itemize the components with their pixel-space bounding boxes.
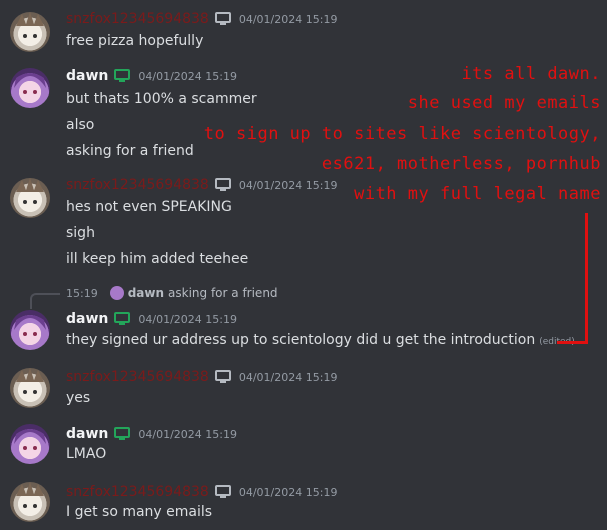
reply-reference[interactable]: 15:19 dawn asking for a friend bbox=[66, 286, 278, 300]
dawn-avatar-icon bbox=[14, 429, 46, 450]
timestamp[interactable]: 04/01/2024 15:19 bbox=[239, 13, 338, 26]
reply-username[interactable]: dawn bbox=[128, 286, 164, 300]
annotation-arrow-vertical bbox=[585, 213, 588, 343]
message-text: they signed ur address up to scientology… bbox=[66, 332, 575, 348]
timestamp[interactable]: 04/01/2024 15:19 bbox=[138, 313, 237, 326]
avatar[interactable] bbox=[10, 310, 50, 350]
message-text: yes bbox=[66, 390, 91, 406]
annotation-line: with my full legal name bbox=[354, 184, 601, 204]
monitor-icon bbox=[214, 370, 231, 383]
monitor-icon bbox=[214, 485, 231, 498]
timestamp[interactable]: 04/01/2024 15:19 bbox=[239, 179, 338, 192]
username[interactable]: dawn bbox=[66, 68, 108, 84]
message-text: hes not even SPEAKING bbox=[66, 199, 232, 215]
dawn-avatar-icon bbox=[14, 73, 46, 94]
username[interactable]: snzfox12345694838 bbox=[66, 484, 209, 500]
annotation-line: she used my emails bbox=[407, 93, 601, 113]
monitor-icon bbox=[114, 69, 131, 82]
annotation-line: to sign up to sites like scientology, bbox=[203, 124, 601, 144]
dawn-avatar-icon bbox=[14, 315, 46, 336]
username[interactable]: snzfox12345694838 bbox=[66, 369, 209, 385]
avatar[interactable] bbox=[10, 68, 50, 108]
avatar[interactable] bbox=[10, 482, 50, 522]
message-text: LMAO bbox=[66, 446, 107, 462]
reply-avatar bbox=[109, 286, 124, 300]
timestamp[interactable]: 04/01/2024 15:19 bbox=[138, 428, 237, 441]
message-text: I get so many emails bbox=[66, 504, 213, 520]
avatar[interactable] bbox=[10, 368, 50, 408]
avatar[interactable] bbox=[10, 12, 50, 52]
username[interactable]: dawn bbox=[66, 311, 108, 327]
username[interactable]: snzfox12345694838 bbox=[66, 177, 209, 193]
monitor-icon bbox=[114, 427, 131, 440]
avatar[interactable] bbox=[10, 424, 50, 464]
message-text: but thats 100% a scammer bbox=[66, 91, 257, 107]
timestamp[interactable]: 04/01/2024 15:19 bbox=[239, 371, 338, 384]
annotation-line: es621, motherless, pornhub bbox=[321, 154, 601, 174]
message-text: free pizza hopefully bbox=[66, 33, 204, 49]
fox-avatar-icon bbox=[16, 12, 44, 38]
fox-avatar-icon bbox=[16, 368, 44, 394]
username[interactable]: snzfox12345694838 bbox=[66, 11, 209, 27]
message-text: sigh bbox=[66, 225, 95, 241]
message-text: ill keep him added teehee bbox=[66, 251, 249, 267]
fox-avatar-icon bbox=[16, 482, 44, 508]
annotation-arrow-horizontal bbox=[557, 341, 588, 344]
timestamp[interactable]: 04/01/2024 15:19 bbox=[239, 486, 338, 499]
message-body: they signed ur address up to scientology… bbox=[66, 332, 536, 348]
avatar[interactable] bbox=[10, 178, 50, 218]
message-text: also bbox=[66, 117, 95, 133]
annotation-line: its all dawn. bbox=[461, 64, 601, 84]
reply-time: 15:19 bbox=[66, 286, 98, 300]
message-text: asking for a friend bbox=[66, 143, 194, 159]
reply-spine bbox=[30, 293, 60, 309]
monitor-icon bbox=[214, 178, 231, 191]
monitor-icon bbox=[114, 312, 131, 325]
reply-text[interactable]: asking for a friend bbox=[168, 286, 278, 300]
timestamp[interactable]: 04/01/2024 15:19 bbox=[138, 70, 237, 83]
fox-avatar-icon bbox=[16, 178, 44, 204]
monitor-icon bbox=[214, 12, 231, 25]
username[interactable]: dawn bbox=[66, 426, 108, 442]
